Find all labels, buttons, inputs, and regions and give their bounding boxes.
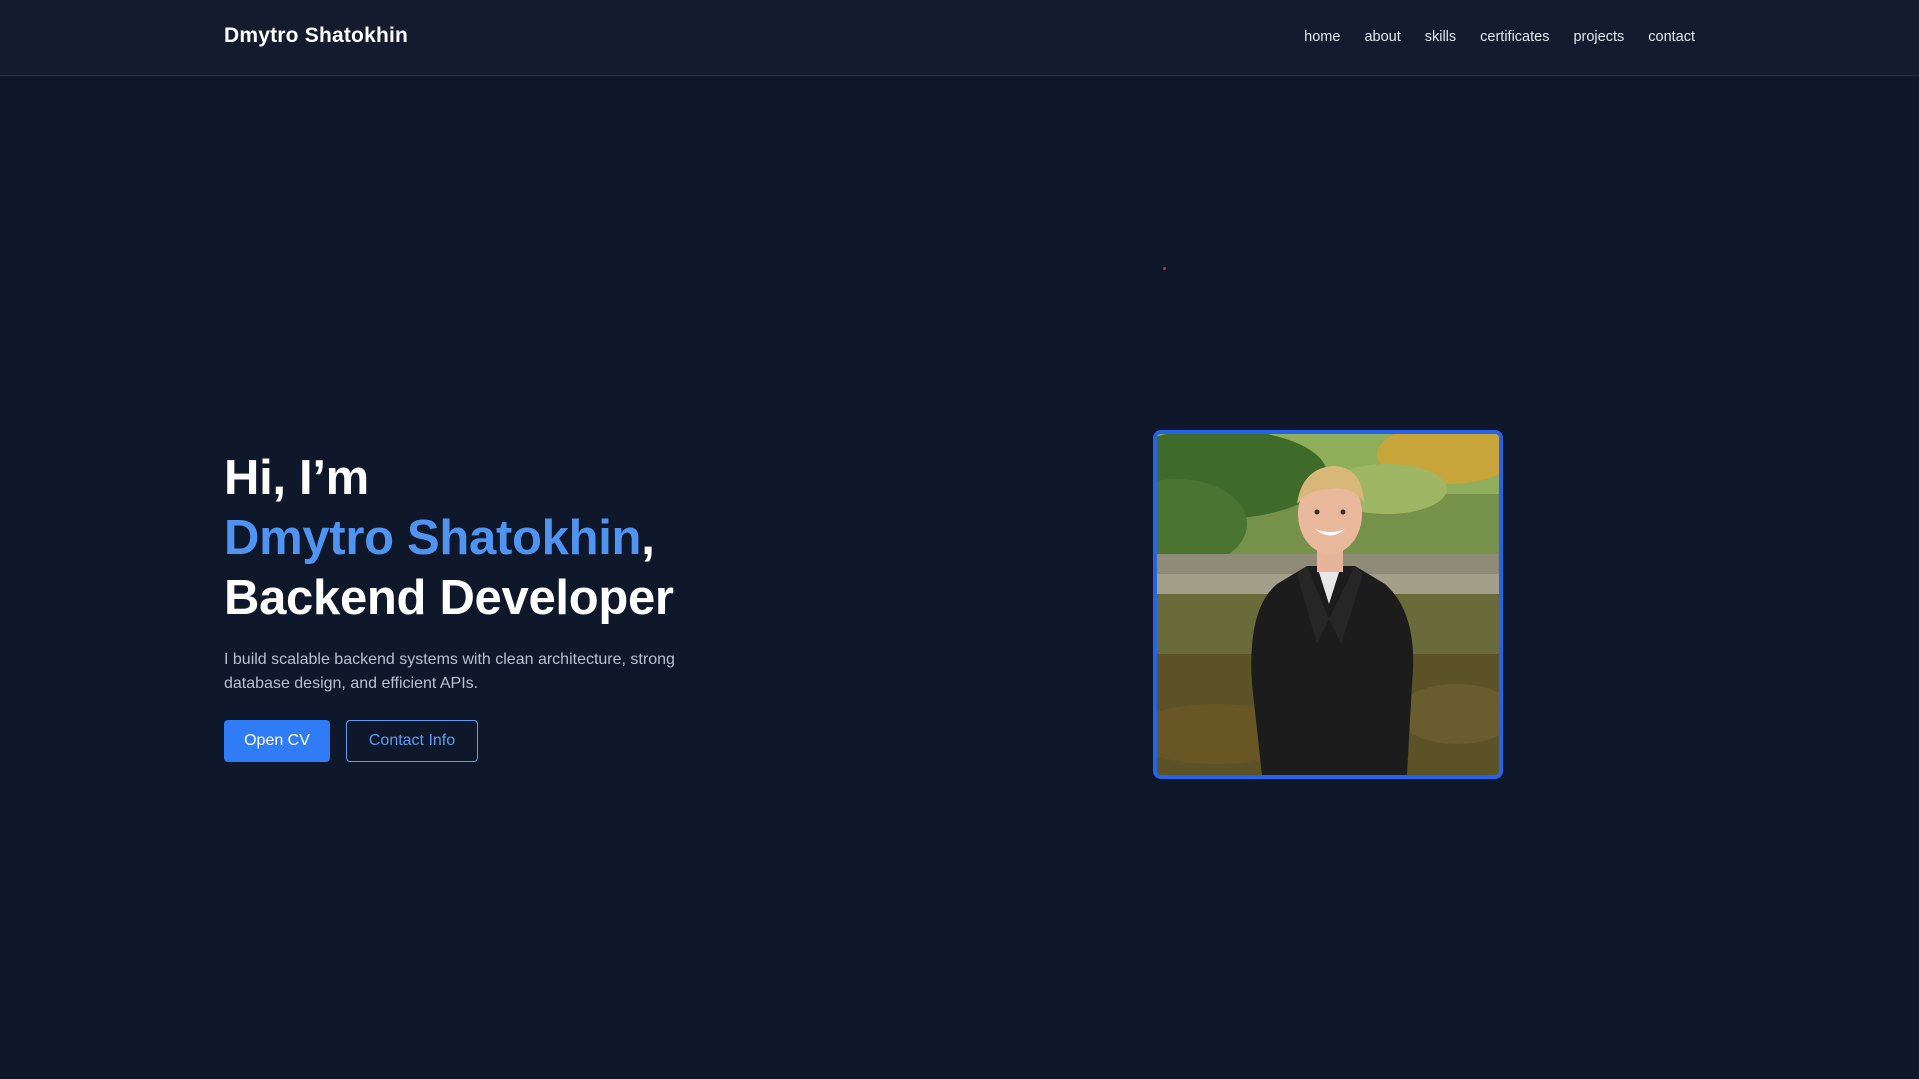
nav-link-projects[interactable]: projects	[1573, 29, 1624, 45]
nav-link-skills[interactable]: skills	[1425, 29, 1456, 45]
hero-headline: Hi, I’m Dmytro Shatokhin, Backend Develo…	[224, 448, 784, 628]
hero-name: Dmytro Shatokhin	[224, 511, 642, 565]
hero-section: Hi, I’m Dmytro Shatokhin, Backend Develo…	[224, 448, 784, 762]
profile-photo-illustration	[1157, 434, 1499, 775]
nav-link-contact[interactable]: contact	[1648, 29, 1695, 45]
nav-link-certificates[interactable]: certificates	[1480, 29, 1549, 45]
nav-link-about[interactable]: about	[1364, 29, 1400, 45]
hero-buttons: Open CV Contact Info	[224, 720, 784, 762]
profile-photo	[1153, 430, 1503, 779]
top-navbar: Dmytro Shatokhin home about skills certi…	[0, 0, 1919, 76]
nav-links: home about skills certificates projects …	[1304, 29, 1695, 45]
nav-link-home[interactable]: home	[1304, 29, 1340, 45]
hero-name-suffix: ,	[641, 511, 655, 565]
hero-greeting: Hi, I’m	[224, 451, 369, 505]
hero-role: Backend Developer	[224, 571, 674, 625]
open-cv-button[interactable]: Open CV	[224, 720, 330, 762]
red-dot-decoration	[1163, 267, 1166, 270]
hero-tagline: I build scalable backend systems with cl…	[224, 651, 675, 692]
contact-info-button[interactable]: Contact Info	[346, 720, 478, 762]
brand-logo-text[interactable]: Dmytro Shatokhin	[224, 24, 408, 48]
